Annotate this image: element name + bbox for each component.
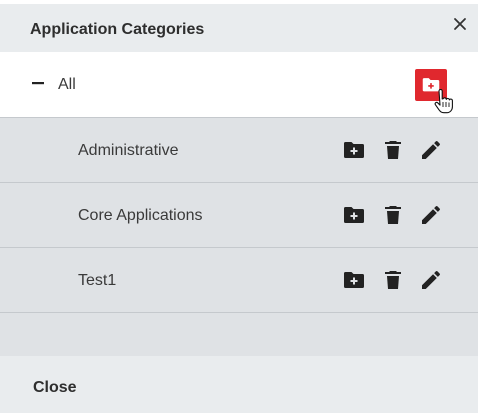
trash-icon[interactable] [381,268,405,292]
tree-root-label: All [58,76,76,93]
folder-plus-icon [422,78,440,92]
category-label: Administrative [78,142,179,159]
trash-icon[interactable] [381,138,405,162]
folder-plus-icon[interactable] [342,268,366,292]
dialog-title: Application Categories [30,21,205,38]
category-list: Administrative Core Applications Test1 [0,117,478,312]
minus-icon[interactable] [30,75,46,91]
tree-root-all[interactable]: All [0,52,478,117]
pencil-icon[interactable] [419,203,443,227]
close-button[interactable]: Close [33,379,77,397]
dialog-header: Application Categories [0,4,478,52]
application-categories-dialog: Application Categories All Administrativ… [0,0,478,413]
list-item[interactable]: Core Applications [0,182,478,247]
list-item[interactable]: Administrative [0,117,478,182]
list-spacer [0,312,478,357]
folder-plus-icon[interactable] [342,138,366,162]
category-label: Core Applications [78,207,203,224]
pencil-icon[interactable] [419,268,443,292]
dialog-footer: Close [0,356,478,413]
close-icon[interactable] [450,14,470,34]
add-category-button[interactable] [415,69,447,101]
trash-icon[interactable] [381,203,405,227]
folder-plus-icon[interactable] [342,203,366,227]
pencil-icon[interactable] [419,138,443,162]
category-label: Test1 [78,272,117,289]
list-item[interactable]: Test1 [0,247,478,312]
